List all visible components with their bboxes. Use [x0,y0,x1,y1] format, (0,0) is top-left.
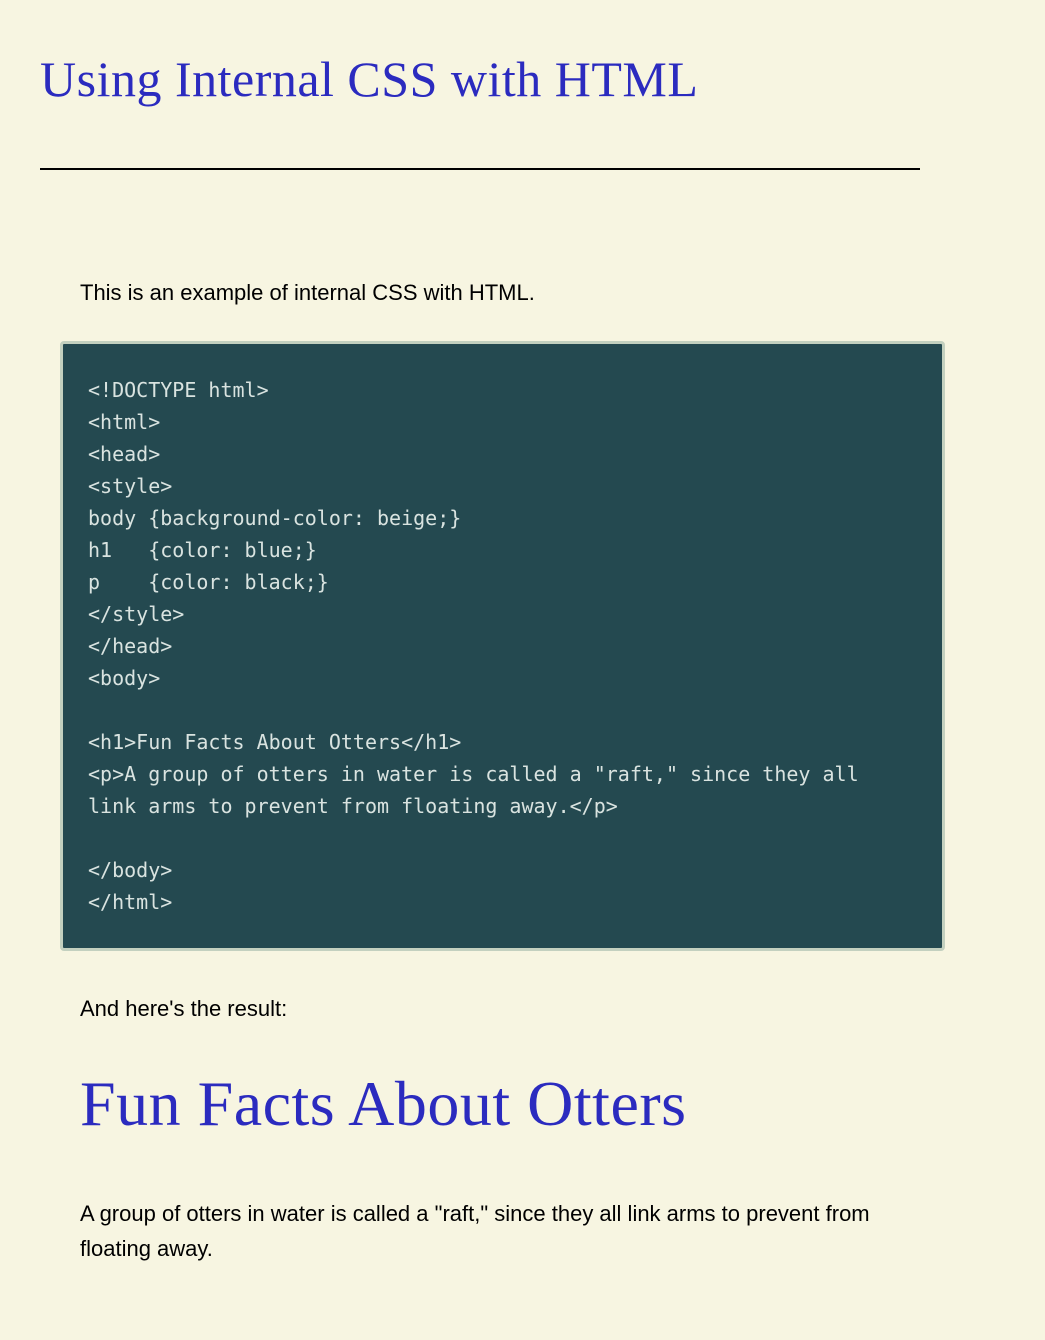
page-title: Using Internal CSS with HTML [40,50,1005,108]
result-heading: Fun Facts About Otters [80,1067,945,1141]
code-block: <!DOCTYPE html> <html> <head> <style> bo… [60,341,945,951]
code-content: <!DOCTYPE html> <html> <head> <style> bo… [88,374,917,918]
result-label: And here's the result: [80,996,945,1022]
result-paragraph: A group of otters in water is called a "… [80,1196,910,1266]
divider [40,168,920,170]
intro-text: This is an example of internal CSS with … [80,280,945,306]
